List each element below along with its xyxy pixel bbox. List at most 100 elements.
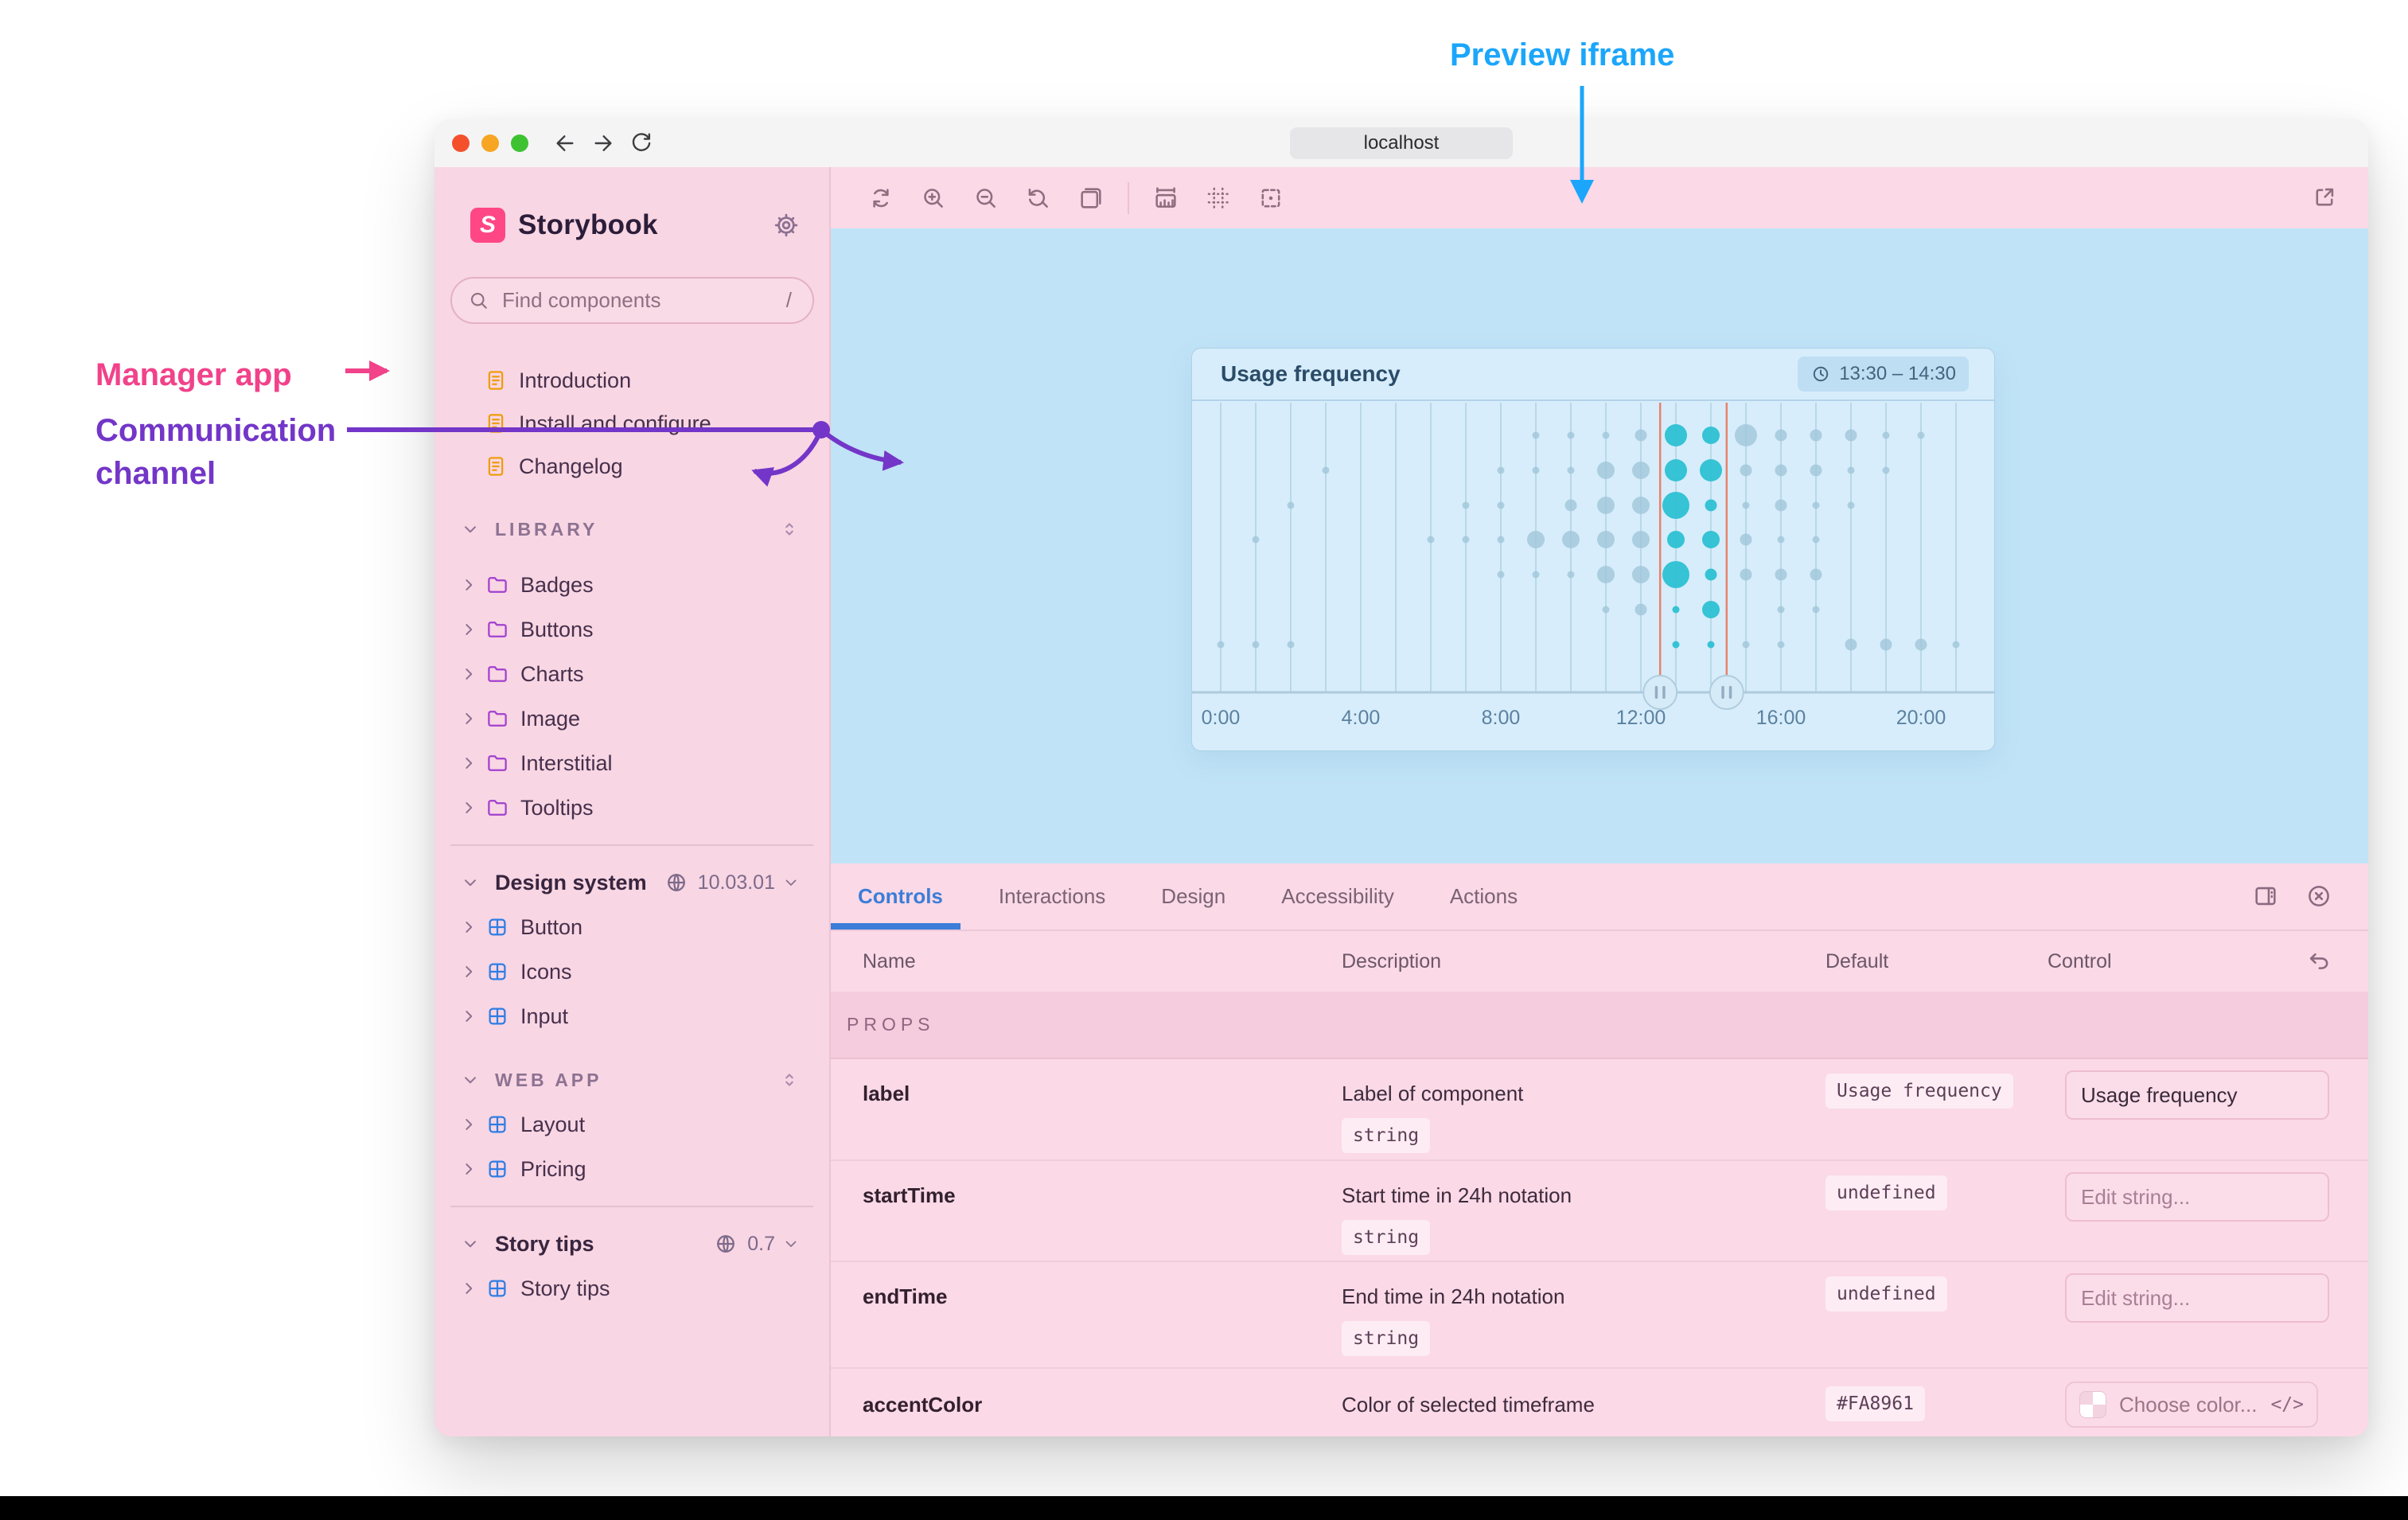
folder-icon xyxy=(485,751,509,775)
selection-handle[interactable] xyxy=(1709,675,1744,710)
chart-bubble xyxy=(1775,568,1787,581)
chevron-right-icon xyxy=(458,753,479,774)
chart-bubble xyxy=(1845,429,1857,442)
sidebar-item-input[interactable]: Input xyxy=(434,994,829,1039)
sidebar-item-button[interactable]: Button xyxy=(434,905,829,949)
back-icon[interactable] xyxy=(552,131,578,156)
sidebar-item-badges[interactable]: Badges xyxy=(434,563,829,607)
section-title: LIBRARY xyxy=(495,518,598,540)
chart-bubble xyxy=(1777,536,1785,544)
sidebar-item-install-and-configure[interactable]: Install and configure xyxy=(434,402,829,445)
chart-bubble xyxy=(1462,501,1470,509)
axis-tick-label: 4:00 xyxy=(1342,707,1381,729)
chart-bubble xyxy=(1632,566,1650,583)
remount-icon[interactable] xyxy=(867,185,894,212)
chart-bubble xyxy=(1597,531,1615,548)
sidebar-item-story-tips[interactable]: Story tips xyxy=(434,1266,829,1311)
sidebar-item-layout[interactable]: Layout xyxy=(434,1102,829,1147)
chart-bubble xyxy=(1742,641,1750,649)
selection-handle-glyph xyxy=(1662,686,1666,699)
choose-color-label: Choose color... xyxy=(2119,1392,2258,1417)
maximize-window-icon[interactable] xyxy=(511,134,528,152)
sidebar-item-label: Pricing xyxy=(520,1156,586,1181)
control-text-input[interactable] xyxy=(2065,1273,2329,1323)
chart-bubble xyxy=(1810,464,1822,477)
gear-icon[interactable] xyxy=(772,211,801,240)
version-text: 0.7 xyxy=(747,1232,775,1255)
expand-icon[interactable] xyxy=(2311,184,2338,211)
control-text-input[interactable] xyxy=(2065,1070,2329,1120)
column-header-default: Default xyxy=(1825,950,1889,972)
grid-icon[interactable] xyxy=(1205,185,1232,212)
chart-bubble xyxy=(1662,492,1689,519)
panel-position-icon[interactable] xyxy=(2252,883,2279,910)
undo-icon[interactable] xyxy=(2305,947,2332,974)
table-row-label: label Label of component string Usage frequ… xyxy=(831,1059,2368,1159)
chart-bubble xyxy=(1287,641,1295,649)
component-icon xyxy=(485,1004,509,1028)
zoom-in-icon[interactable] xyxy=(920,185,947,212)
tab-actions[interactable]: Actions xyxy=(1445,863,1522,930)
reload-icon[interactable] xyxy=(629,131,654,156)
sidebar-item-icons[interactable]: Icons xyxy=(434,949,829,994)
chart-bubble xyxy=(1532,571,1540,579)
tab-accessibility[interactable]: Accessibility xyxy=(1276,863,1399,930)
ruler-icon[interactable] xyxy=(1152,185,1179,212)
document-icon xyxy=(484,411,508,435)
search-shortcut: / xyxy=(785,288,792,312)
chart-bubble xyxy=(1700,459,1722,481)
prop-default-value: undefined xyxy=(1825,1175,1947,1210)
component-icon xyxy=(485,915,509,939)
sidebar-item-introduction[interactable]: Introduction xyxy=(434,359,829,402)
column-header-name: Name xyxy=(863,950,916,972)
axis-tick-label: 0:00 xyxy=(1202,707,1241,729)
sidebar-item-charts[interactable]: Charts xyxy=(434,652,829,696)
sidebar-item-changelog[interactable]: Changelog xyxy=(434,445,829,488)
sidebar-section-design-system[interactable]: Design system 10.03.01 xyxy=(434,860,829,905)
choose-color-button[interactable]: Choose color... </> xyxy=(2065,1382,2318,1428)
expand-collapse-icon xyxy=(778,1069,801,1091)
sidebar-item-buttons[interactable]: Buttons xyxy=(434,607,829,652)
chart-bubble xyxy=(1672,641,1680,649)
chart-bubble xyxy=(1707,641,1715,649)
search-input[interactable]: Find components / xyxy=(450,277,814,324)
code-icon[interactable]: </> xyxy=(2270,1394,2304,1415)
control-text-input[interactable] xyxy=(2065,1172,2329,1222)
axis-tick-label: 8:00 xyxy=(1482,707,1521,729)
chevron-right-icon xyxy=(458,708,479,729)
sidebar-item-pricing[interactable]: Pricing xyxy=(434,1147,829,1191)
chevron-down-icon xyxy=(781,873,801,892)
sidebar-item-image[interactable]: Image xyxy=(434,696,829,741)
tab-interactions[interactable]: Interactions xyxy=(994,863,1110,930)
sidebar-section-web-app[interactable]: WEB APP xyxy=(434,1058,829,1102)
address-bar[interactable]: localhost xyxy=(1290,127,1513,159)
chart-bubble xyxy=(1567,571,1575,579)
section-items: Story tips xyxy=(434,1266,829,1311)
address-text: localhost xyxy=(1363,132,1440,154)
axis-tick-label: 12:00 xyxy=(1616,707,1666,729)
sidebar-section-library[interactable]: LIBRARY xyxy=(434,507,829,551)
outline-icon[interactable] xyxy=(1257,185,1284,212)
zoom-out-icon[interactable] xyxy=(972,185,999,212)
chart-bubble xyxy=(1567,466,1575,474)
close-window-icon[interactable] xyxy=(452,134,470,152)
minimize-window-icon[interactable] xyxy=(481,134,499,152)
preview-toolbar xyxy=(831,167,2368,228)
close-panel-icon[interactable] xyxy=(2305,883,2332,910)
selection-handle[interactable] xyxy=(1642,675,1678,710)
sidebar-section-story-tips[interactable]: Story tips 0.7 xyxy=(434,1222,829,1266)
chart-bubble xyxy=(1497,466,1505,474)
zoom-reset-icon[interactable] xyxy=(1025,185,1052,212)
sidebar-item-tooltips[interactable]: Tooltips xyxy=(434,785,829,830)
chart-bubble xyxy=(1662,561,1689,588)
sidebar-item-interstitial[interactable]: Interstitial xyxy=(434,741,829,785)
chart-bubble xyxy=(1740,464,1752,477)
chart-bubble xyxy=(1847,466,1855,474)
storybook-sidebar: S Storybook Find components / Introducti… xyxy=(434,167,831,1436)
forward-icon[interactable] xyxy=(590,131,616,156)
sidebar-divider xyxy=(450,1206,813,1207)
tab-design[interactable]: Design xyxy=(1156,863,1230,930)
component-icon xyxy=(485,1113,509,1136)
stacked-icon[interactable] xyxy=(1077,185,1105,212)
tab-controls[interactable]: Controls xyxy=(853,863,948,930)
